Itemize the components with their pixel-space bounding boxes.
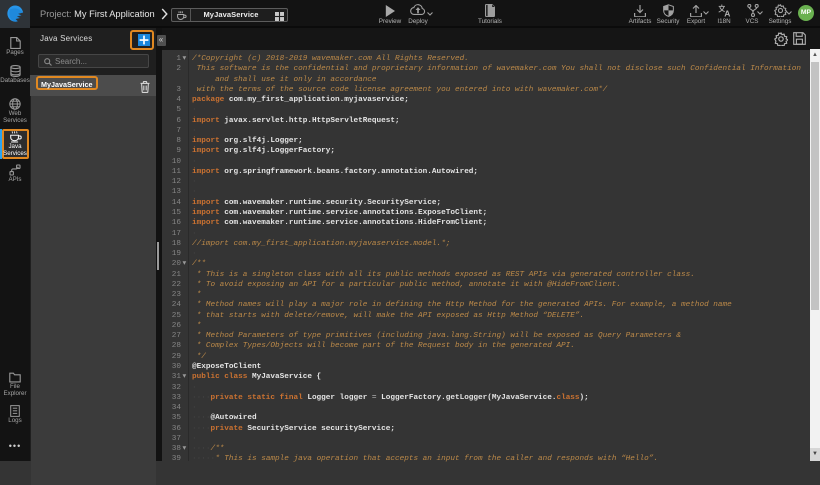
svg-text:A: A (724, 8, 730, 17)
